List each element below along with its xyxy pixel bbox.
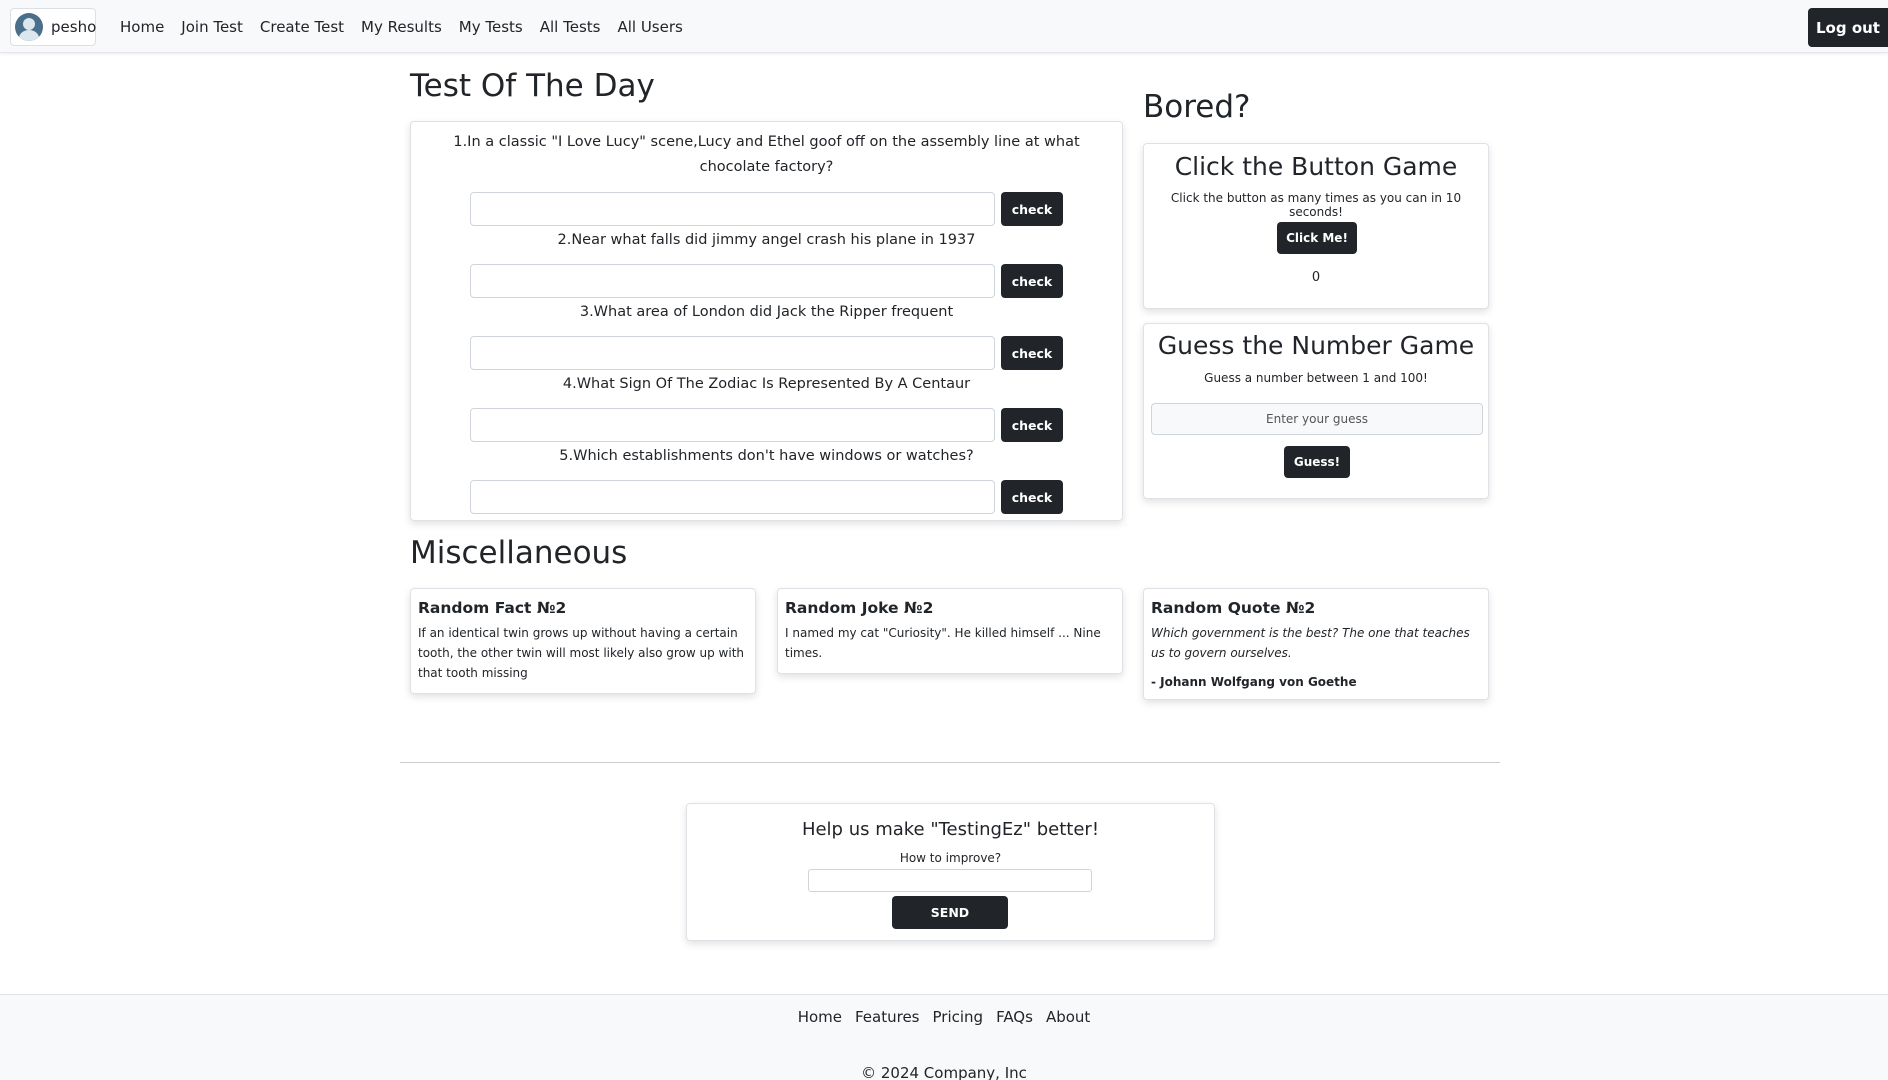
check-button[interactable]: check <box>1001 408 1063 442</box>
guess-game-title: Guess the Number Game <box>1157 331 1475 360</box>
random-joke-title: Random Joke №2 <box>785 599 934 617</box>
random-fact-text: If an identical twin grows up without ha… <box>418 626 744 680</box>
logout-button[interactable]: Log out <box>1808 8 1888 47</box>
feedback-label: How to improve? <box>899 851 1002 865</box>
footer-link-pricing[interactable]: Pricing <box>933 1008 984 1026</box>
test-of-day-heading: Test Of The Day <box>410 68 655 104</box>
avatar <box>15 13 43 41</box>
click-game-card: Click the Button Game Click the button a… <box>1143 143 1489 309</box>
random-quote-text: Which government is the best? The one th… <box>1151 626 1470 660</box>
click-me-button[interactable]: Click Me! <box>1277 222 1357 254</box>
answer-input[interactable] <box>470 408 995 442</box>
random-quote-title: Random Quote №2 <box>1151 599 1316 617</box>
random-quote-author: - Johann Wolfgang von Goethe <box>1151 675 1357 689</box>
guess-game-description: Guess a number between 1 and 100! <box>1204 371 1428 385</box>
random-joke-card: Random Joke №2 I named my cat "Curiosity… <box>777 588 1123 674</box>
check-button[interactable]: check <box>1001 192 1063 226</box>
main-nav: Home Join Test Create Test My Results My… <box>120 0 700 53</box>
random-fact-card: Random Fact №2 If an identical twin grow… <box>410 588 756 694</box>
footer-link-home[interactable]: Home <box>798 1008 842 1026</box>
copyright: © 2024 Company, Inc <box>861 1064 1027 1080</box>
answer-input[interactable] <box>470 192 995 226</box>
username: pesho <box>51 18 97 36</box>
footer-link-about[interactable]: About <box>1046 1008 1090 1026</box>
nav-link-all-users[interactable]: All Users <box>617 18 682 36</box>
random-quote-card: Random Quote №2 Which government is the … <box>1143 588 1489 700</box>
answer-input[interactable] <box>470 264 995 298</box>
check-button[interactable]: check <box>1001 480 1063 514</box>
answer-input[interactable] <box>470 336 995 370</box>
feedback-title: Help us make "TestingEz" better! <box>801 819 1100 840</box>
nav-link-my-results[interactable]: My Results <box>361 18 442 36</box>
click-game-title: Click the Button Game <box>1174 152 1458 181</box>
quiz-card: 1.In a classic "I Love Lucy" scene,Lucy … <box>410 121 1123 521</box>
question-text: 3.What area of London did Jack the Rippe… <box>579 304 954 320</box>
misc-heading: Miscellaneous <box>410 535 628 571</box>
footer-link-faqs[interactable]: FAQs <box>996 1008 1033 1026</box>
guess-button[interactable]: Guess! <box>1284 446 1350 478</box>
question-text: 5.Which establishments don't have window… <box>559 448 974 464</box>
question-text: 4.What Sign Of The Zodiac Is Represented… <box>562 376 971 392</box>
guess-game-card: Guess the Number Game Guess a number bet… <box>1143 323 1489 499</box>
nav-link-all-tests[interactable]: All Tests <box>540 18 601 36</box>
answer-input[interactable] <box>470 480 995 514</box>
check-button[interactable]: check <box>1001 264 1063 298</box>
nav-link-create-test[interactable]: Create Test <box>260 18 344 36</box>
section-divider <box>400 762 1500 763</box>
random-joke-text: I named my cat "Curiosity". He killed hi… <box>785 626 1101 660</box>
user-profile-button[interactable]: pesho <box>10 8 96 46</box>
footer-link-features[interactable]: Features <box>855 1008 920 1026</box>
bored-heading: Bored? <box>1143 89 1251 125</box>
nav-link-join-test[interactable]: Join Test <box>181 18 243 36</box>
nav-link-my-tests[interactable]: My Tests <box>459 18 523 36</box>
footer: Home Features Pricing FAQs About © 2024 … <box>0 994 1888 1080</box>
click-counter: 0 <box>1311 270 1321 285</box>
feedback-input[interactable] <box>808 869 1092 892</box>
top-navbar: pesho Home Join Test Create Test My Resu… <box>0 0 1888 53</box>
question-text: 1.In a classic "I Love Lucy" scene,Lucy … <box>453 134 1080 175</box>
nav-link-home[interactable]: Home <box>120 18 164 36</box>
question-text: 2.Near what falls did jimmy angel crash … <box>557 232 976 248</box>
click-game-description: Click the button as many times as you ca… <box>1170 191 1462 219</box>
send-button[interactable]: SEND <box>892 896 1008 929</box>
footer-nav: Home Features Pricing FAQs About <box>0 1008 1888 1026</box>
feedback-card: Help us make "TestingEz" better! How to … <box>686 803 1215 941</box>
check-button[interactable]: check <box>1001 336 1063 370</box>
guess-input[interactable] <box>1151 403 1483 435</box>
random-fact-title: Random Fact №2 <box>418 599 567 617</box>
